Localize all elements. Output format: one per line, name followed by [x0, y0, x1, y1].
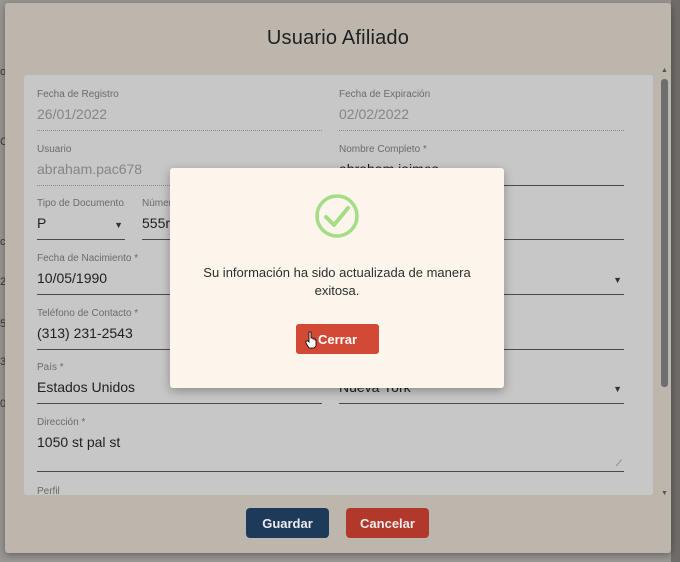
expiration-date-label: Fecha de Expiración	[339, 89, 431, 100]
alert-message: Su información ha sido actualizada de ma…	[203, 265, 471, 298]
background-side-bar	[671, 0, 680, 562]
form-scrollbar[interactable]: ▲ ▼	[660, 67, 669, 497]
address-textarea[interactable]: Dirección * 1050 st pal st ⟋	[37, 417, 624, 472]
resize-handle-icon[interactable]: ⟋	[616, 458, 622, 469]
success-alert: Su información ha sido actualizada de ma…	[170, 168, 504, 388]
chevron-down-icon: ▼	[613, 275, 622, 285]
expiration-date-value: 02/02/2022	[339, 106, 410, 122]
chevron-down-icon: ▼	[114, 220, 123, 230]
registration-date-label: Fecha de Registro	[37, 89, 119, 100]
address-value: 1050 st pal st	[37, 434, 121, 450]
registration-date-value: 26/01/2022	[37, 106, 108, 122]
address-label: Dirección *	[37, 417, 86, 428]
document-type-value: P	[37, 215, 47, 231]
hand-cursor-icon	[305, 331, 317, 349]
chevron-down-icon: ▼	[613, 384, 622, 394]
dialog-title: Usuario Afiliado	[266, 27, 410, 49]
document-type-label: Tipo de Documento...	[37, 198, 125, 209]
document-type-select[interactable]: Tipo de Documento... P ▼	[37, 198, 125, 240]
profile-label: Perfil	[37, 486, 60, 495]
scroll-up-arrow-icon[interactable]: ▲	[660, 67, 669, 74]
username-label: Usuario	[37, 144, 72, 155]
expiration-date-field[interactable]: Fecha de Expiración 02/02/2022	[339, 89, 624, 131]
registration-date-field[interactable]: Fecha de Registro 26/01/2022	[37, 89, 322, 131]
profile-field[interactable]: Perfil	[37, 486, 322, 495]
scroll-thumb[interactable]	[661, 79, 668, 387]
scroll-down-arrow-icon[interactable]: ▼	[660, 490, 669, 497]
save-button[interactable]: Guardar	[246, 508, 329, 538]
cancel-button[interactable]: Cancelar	[346, 508, 429, 538]
success-check-icon	[315, 194, 359, 238]
full-name-label: Nombre Completo *	[339, 144, 427, 155]
